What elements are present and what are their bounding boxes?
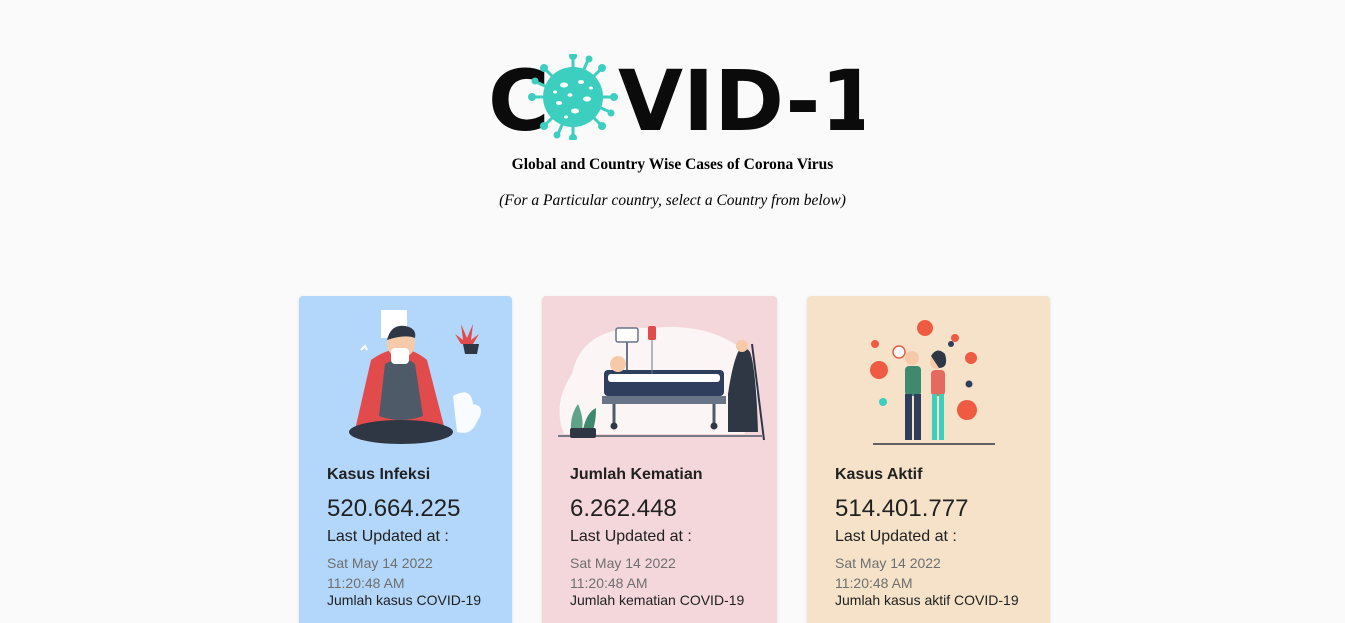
card-title: Kasus Aktif: [835, 466, 923, 483]
card-active-cases: Kasus Aktif 514.401.777 Last Updated at …: [807, 296, 1050, 623]
coronavirus-icon: [528, 54, 618, 140]
last-updated-timestamp: Sat May 14 2022 11:20:48 AM: [327, 555, 433, 591]
last-updated-timestamp: Sat May 14 2022 11:20:48 AM: [835, 555, 941, 591]
card-title: Kasus Infeksi: [327, 466, 431, 483]
last-updated-label: Last Updated at :: [570, 528, 692, 545]
last-updated-label: Last Updated at :: [327, 528, 449, 545]
card-title: Jumlah Kematian: [570, 466, 703, 483]
card-description: Jumlah kasus aktif COVID-19: [835, 592, 1019, 608]
card-count: 6.262.448: [570, 495, 677, 522]
card-count: 514.401.777: [835, 495, 969, 522]
card-description: Jumlah kasus COVID-19: [327, 592, 482, 608]
country-select-hint: (For a Particular country, select a Coun…: [499, 192, 846, 209]
covid19-logo: C VID-1: [488, 54, 864, 140]
sick-person-illustration: [349, 310, 482, 444]
page-subtitle: Global and Country Wise Cases of Corona …: [511, 156, 834, 173]
last-updated-label: Last Updated at :: [835, 528, 957, 545]
hospital-bed-illustration: [558, 326, 765, 441]
card-deaths: Jumlah Kematian 6.262.448 Last Updated a…: [542, 296, 777, 623]
masked-people-illustration: [870, 320, 995, 445]
logo-text-vid19: VID-19: [618, 54, 864, 140]
card-description: Jumlah kematian COVID-19: [570, 592, 745, 608]
last-updated-timestamp: Sat May 14 2022 11:20:48 AM: [570, 555, 676, 591]
card-infections: Kasus Infeksi 520.664.225 Last Updated a…: [299, 296, 512, 623]
card-count: 520.664.225: [327, 495, 461, 522]
